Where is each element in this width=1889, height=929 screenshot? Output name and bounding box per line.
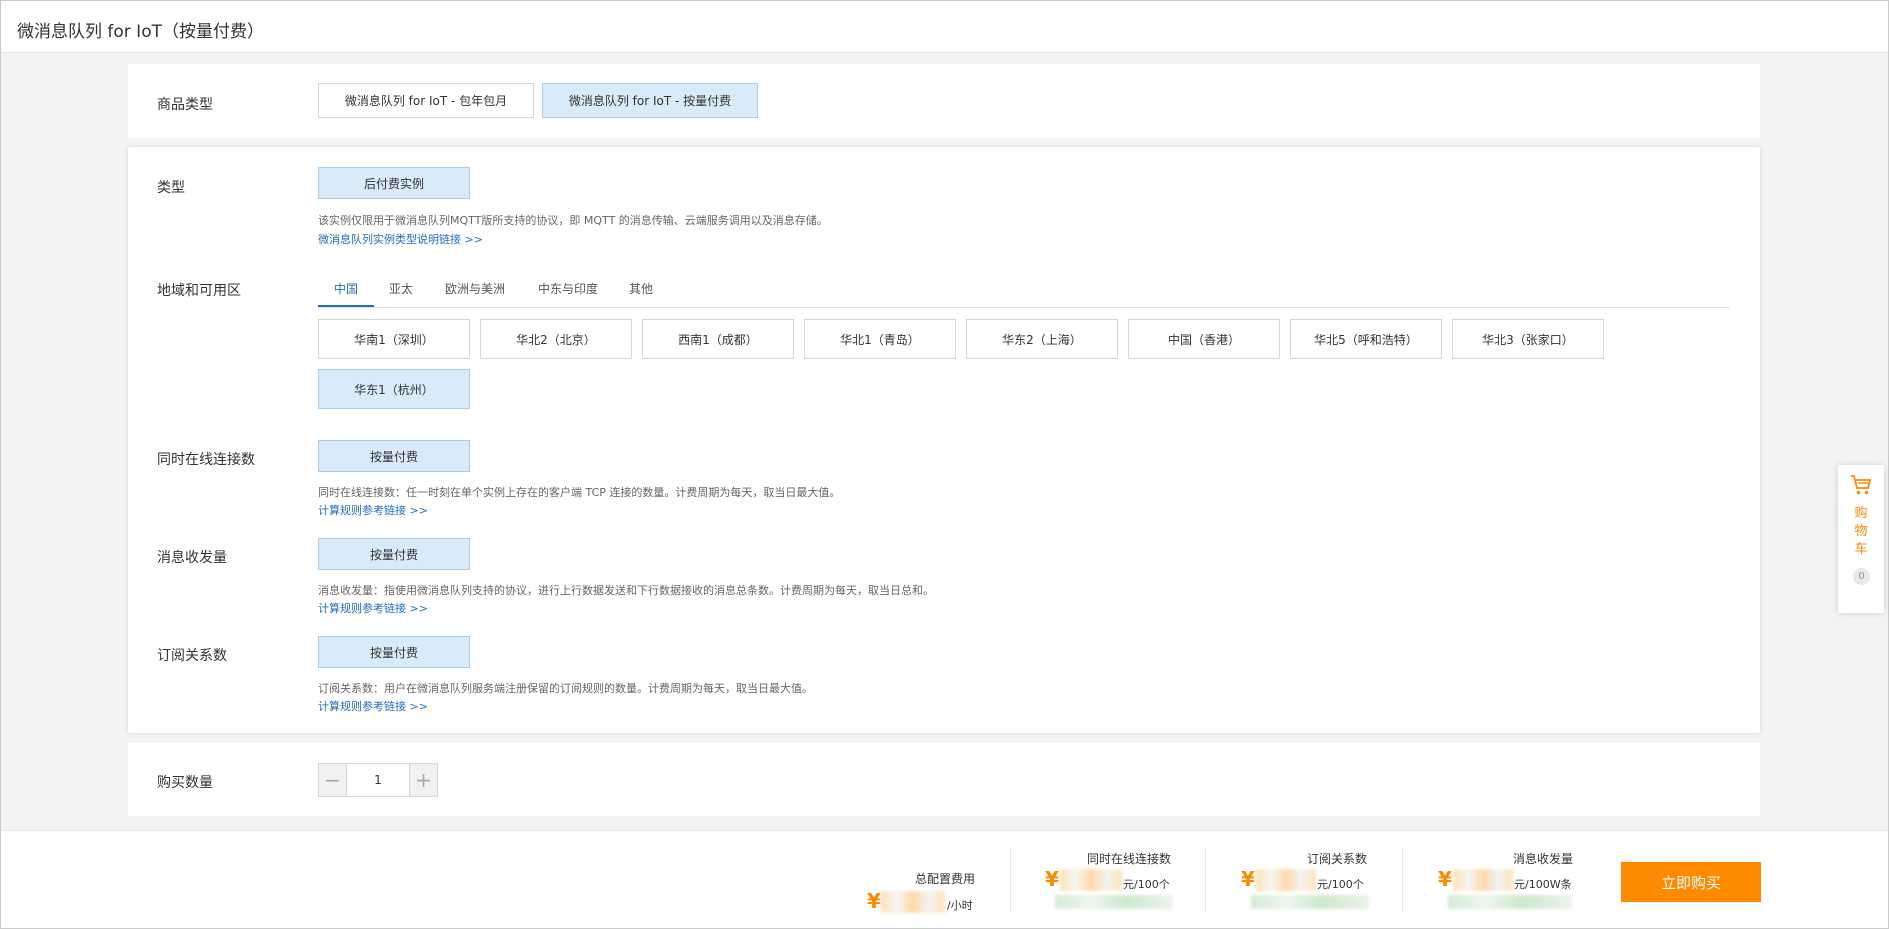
subscriptions-rules-link[interactable]: 计算规则参考链接 >>	[318, 698, 428, 714]
subscriptions-fee-title: 订阅关系数	[1307, 852, 1368, 866]
connections-fee-unit: 元/100个	[1123, 878, 1170, 891]
shopping-cart-icon	[1851, 475, 1872, 495]
tab-china[interactable]: 中国	[334, 280, 358, 297]
connections-pay-as-you-go-button[interactable]: 按量付费	[318, 440, 470, 472]
region-option-zhangjiakou[interactable]: 华北3（张家口）	[1452, 319, 1604, 359]
messages-rules-link[interactable]: 计算规则参考链接 >>	[318, 600, 428, 616]
buy-now-button[interactable]: 立即购买	[1621, 862, 1761, 902]
total-fee-value-redacted	[881, 891, 945, 913]
messages-currency-symbol: ¥	[1438, 867, 1452, 891]
subscriptions-pay-as-you-go-button[interactable]: 按量付费	[318, 636, 470, 668]
page-header: 微消息队列 for IoT（按量付费）	[1, 1, 1888, 53]
tab-asia-pacific[interactable]: 亚太	[389, 280, 413, 297]
tab-europe-america[interactable]: 欧洲与美洲	[445, 280, 505, 297]
connections-fee-note-redacted	[1055, 895, 1173, 909]
product-type-section: 商品类型 微消息队列 for IoT - 包年包月 微消息队列 for IoT …	[128, 64, 1760, 138]
region-option-qingdao[interactable]: 华北1（青岛）	[804, 319, 956, 359]
subscriptions-fee-note-redacted	[1251, 895, 1369, 909]
region-option-hongkong[interactable]: 中国（香港）	[1128, 319, 1280, 359]
cart-count-badge: 0	[1853, 568, 1870, 585]
connections-fee-value-redacted	[1060, 869, 1122, 891]
quantity-input[interactable]	[347, 764, 409, 796]
product-type-label: 商品类型	[157, 97, 213, 113]
messages-fee-title: 消息收发量	[1513, 852, 1574, 866]
instance-type-postpaid-button[interactable]: 后付费实例	[318, 167, 470, 199]
messages-label: 消息收发量	[157, 550, 227, 566]
product-option-subscription[interactable]: 微消息队列 for IoT - 包年包月	[318, 83, 534, 118]
messages-fee-note-redacted	[1448, 895, 1572, 909]
subscriptions-description: 订阅关系数：用户在微消息队列服务端注册保留的订阅规则的数量。计费周期为每天，取当…	[318, 682, 813, 695]
page-title: 微消息队列 for IoT（按量付费）	[17, 22, 264, 42]
messages-pay-as-you-go-button[interactable]: 按量付费	[318, 538, 470, 570]
region-option-hohhot[interactable]: 华北5（呼和浩特）	[1290, 319, 1442, 359]
region-label: 地域和可用区	[157, 283, 241, 299]
region-option-chengdu[interactable]: 西南1（成都）	[642, 319, 794, 359]
subscriptions-label: 订阅关系数	[157, 648, 227, 664]
subscriptions-fee-unit: 元/100个	[1317, 878, 1364, 891]
quantity-label: 购买数量	[157, 775, 213, 791]
shopping-cart-widget[interactable]: 购物车 0	[1838, 465, 1884, 613]
region-option-hangzhou[interactable]: 华东1（杭州）	[318, 369, 470, 409]
messages-description: 消息收发量：指使用微消息队列支持的协议，进行上行数据发送和下行数据接收的消息总条…	[318, 584, 934, 597]
quantity-stepper: − +	[318, 763, 438, 797]
messages-fee-value-redacted	[1453, 869, 1513, 891]
total-fee-unit: /小时	[947, 899, 973, 912]
quantity-increment-button[interactable]: +	[409, 764, 437, 796]
total-currency-symbol: ¥	[867, 889, 881, 913]
quantity-decrement-button[interactable]: −	[319, 764, 347, 796]
tab-middle-east-india[interactable]: 中东与印度	[538, 280, 598, 297]
connections-rules-link[interactable]: 计算规则参考链接 >>	[318, 502, 428, 518]
product-option-pay-as-you-go[interactable]: 微消息队列 for IoT - 按量付费	[542, 83, 758, 118]
subscriptions-fee-value-redacted	[1256, 869, 1316, 891]
instance-type-description: 该实例仅限用于微消息队列MQTT版所支持的协议，即 MQTT 的消息传输、云端服…	[318, 214, 828, 227]
divider	[1010, 849, 1011, 911]
region-option-beijing[interactable]: 华北2（北京）	[480, 319, 632, 359]
divider	[1402, 849, 1403, 911]
price-summary-bar: 总配置费用 ¥ /小时 同时在线连接数 ¥ 元/100个 订阅关系数 ¥ 元/1…	[1, 830, 1888, 928]
connections-description: 同时在线连接数：任一时刻在单个实例上存在的客户端 TCP 连接的数量。计费周期为…	[318, 486, 841, 499]
instance-type-label: 类型	[157, 180, 185, 196]
connections-currency-symbol: ¥	[1045, 867, 1059, 891]
cart-label: 购物车	[1854, 506, 1868, 557]
tab-other[interactable]: 其他	[629, 280, 653, 297]
region-tabs: 中国 亚太 欧洲与美洲 中东与印度 其他	[318, 270, 1730, 308]
connections-fee-title: 同时在线连接数	[1087, 852, 1172, 866]
total-fee-title: 总配置费用	[915, 872, 976, 886]
instance-type-doc-link[interactable]: 微消息队列实例类型说明链接 >>	[318, 231, 483, 247]
region-option-shanghai[interactable]: 华东2（上海）	[966, 319, 1118, 359]
active-tab-indicator	[318, 305, 374, 307]
region-option-shenzhen[interactable]: 华南1（深圳）	[318, 319, 470, 359]
divider	[1205, 849, 1206, 911]
messages-fee-unit: 元/100W条	[1514, 878, 1572, 891]
subscriptions-currency-symbol: ¥	[1241, 867, 1255, 891]
connections-label: 同时在线连接数	[157, 452, 255, 468]
